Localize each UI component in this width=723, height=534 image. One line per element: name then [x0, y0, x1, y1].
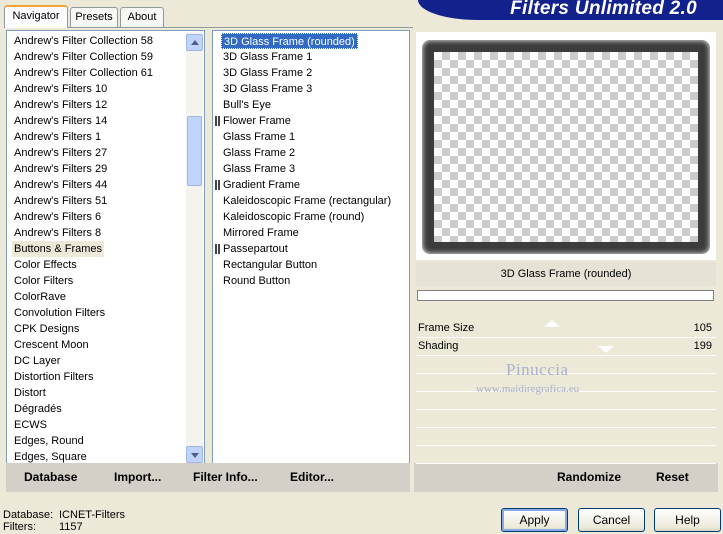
filter-item[interactable]: Mirrored Frame: [221, 225, 301, 241]
scroll-thumb[interactable]: [187, 116, 202, 186]
slider-thumb[interactable]: [544, 320, 561, 327]
shading-slider[interactable]: [492, 346, 638, 353]
category-item[interactable]: Andrew's Filters 14: [12, 113, 109, 129]
category-item[interactable]: Crescent Moon: [12, 337, 91, 353]
filter-item[interactable]: 3D Glass Frame 1: [221, 49, 314, 65]
editor-marker-icon: [215, 180, 220, 190]
slider-thumb[interactable]: [597, 346, 614, 353]
category-item[interactable]: ColorRave: [12, 289, 68, 305]
tab-presets[interactable]: Presets: [70, 7, 118, 27]
category-item[interactable]: Andrew's Filters 27: [12, 145, 109, 161]
filter-item[interactable]: 3D Glass Frame 2: [221, 65, 314, 81]
param-row-shading[interactable]: Shading 199: [416, 338, 716, 356]
tab-navigator-label: Navigator: [12, 10, 60, 22]
database-status-value: ICNET-Filters: [59, 509, 125, 521]
category-item[interactable]: DC Layer: [12, 353, 62, 369]
param-row-empty: [416, 410, 716, 428]
chevron-down-icon: [191, 453, 199, 458]
param-row-empty: [416, 428, 716, 446]
import-button[interactable]: Import...: [114, 470, 161, 484]
filter-item[interactable]: Glass Frame 2: [221, 145, 297, 161]
filter-item[interactable]: Glass Frame 3: [221, 161, 297, 177]
category-item[interactable]: Andrew's Filters 10: [12, 81, 109, 97]
filter-item[interactable]: Round Button: [221, 273, 292, 289]
help-button[interactable]: Help: [654, 508, 721, 532]
category-item[interactable]: Buttons & Frames: [12, 241, 105, 257]
filter-item[interactable]: Gradient Frame: [221, 177, 302, 193]
transparency-checkerboard: [434, 52, 698, 242]
tab-about[interactable]: About: [120, 7, 164, 27]
param-row-empty: [416, 446, 716, 464]
category-item[interactable]: Andrew's Filters 44: [12, 177, 109, 193]
scroll-up-button[interactable]: [186, 34, 203, 51]
editor-button[interactable]: Editor...: [290, 470, 334, 484]
param-value: 199: [693, 340, 712, 352]
filter-item[interactable]: Rectangular Button: [221, 257, 319, 273]
category-item[interactable]: Color Filters: [12, 273, 75, 289]
category-item[interactable]: Distort: [12, 385, 48, 401]
tab-presets-label: Presets: [75, 11, 113, 23]
category-item[interactable]: Andrew's Filters 29: [12, 161, 109, 177]
database-status-label: Database:: [3, 509, 54, 521]
param-row-frame-size[interactable]: Frame Size 105: [416, 320, 716, 338]
cancel-button[interactable]: Cancel: [578, 508, 645, 532]
category-item[interactable]: Convolution Filters: [12, 305, 107, 321]
preview-panel[interactable]: [416, 32, 716, 260]
param-label: Frame Size: [418, 322, 475, 334]
list-toolbar: Database Import... Filter Info... Editor…: [6, 463, 410, 492]
title-banner: Filters Unlimited 2.0: [418, 0, 723, 20]
progress-bar: [417, 290, 714, 301]
category-item[interactable]: Andrew's Filters 8: [12, 225, 103, 241]
scroll-down-button[interactable]: [186, 446, 203, 463]
tab-navigator[interactable]: Navigator: [4, 5, 68, 28]
editor-marker-icon: [215, 116, 220, 126]
filter-item[interactable]: Passepartout: [221, 241, 290, 257]
filter-info-button[interactable]: Filter Info...: [193, 470, 258, 484]
category-list[interactable]: Andrew's Filter Collection 58 Andrew's Fi…: [6, 30, 205, 464]
category-item[interactable]: Andrew's Filter Collection 61: [12, 65, 155, 81]
apply-button[interactable]: Apply: [501, 508, 568, 532]
category-item[interactable]: Color Effects: [12, 257, 79, 273]
category-item[interactable]: Dégradés: [12, 401, 64, 417]
filter-list[interactable]: 3D Glass Frame (rounded) 3D Glass Frame 1…: [212, 30, 410, 464]
filters-count-label: Filters:: [3, 521, 36, 533]
filter-item[interactable]: 3D Glass Frame (rounded): [221, 33, 358, 49]
watermark-url: www.maidiregrafica.eu: [476, 383, 580, 395]
reset-button[interactable]: Reset: [656, 470, 689, 484]
category-item[interactable]: Andrew's Filters 1: [12, 129, 103, 145]
watermark-name: Pinuccia: [506, 360, 569, 379]
param-label: Shading: [418, 340, 459, 352]
filter-item[interactable]: 3D Glass Frame 3: [221, 81, 314, 97]
frame-size-slider[interactable]: [492, 320, 638, 331]
tab-about-label: About: [127, 11, 157, 23]
filters-count-value: 1157: [59, 521, 83, 533]
banner-title: Filters Unlimited 2.0: [510, 0, 697, 19]
category-item[interactable]: Edges, Square: [12, 449, 89, 463]
filter-item[interactable]: Bull's Eye: [221, 97, 273, 113]
category-item[interactable]: Distortion Filters: [12, 369, 95, 385]
category-item[interactable]: Andrew's Filter Collection 59: [12, 49, 155, 65]
category-item[interactable]: Andrew's Filter Collection 58: [12, 33, 155, 49]
category-item[interactable]: Andrew's Filters 12: [12, 97, 109, 113]
filter-item[interactable]: Kaleidoscopic Frame (rectangular): [221, 193, 393, 209]
category-scrollbar[interactable]: [186, 32, 203, 464]
database-button[interactable]: Database: [24, 470, 77, 484]
param-value: 105: [693, 322, 712, 334]
preview-frame: [422, 40, 710, 254]
category-item[interactable]: ECWS: [12, 417, 49, 433]
category-item[interactable]: Andrew's Filters 6: [12, 209, 103, 225]
category-item[interactable]: CPK Designs: [12, 321, 81, 337]
randomize-button[interactable]: Randomize: [557, 470, 621, 484]
filter-item[interactable]: Kaleidoscopic Frame (round): [221, 209, 366, 225]
filter-item[interactable]: Glass Frame 1: [221, 129, 297, 145]
selected-filter-name: 3D Glass Frame (rounded): [500, 268, 632, 280]
editor-marker-icon: [215, 244, 220, 254]
category-item[interactable]: Andrew's Filters 51: [12, 193, 109, 209]
chevron-up-icon: [191, 40, 199, 45]
preview-toolbar: Randomize Reset: [414, 463, 718, 492]
category-item[interactable]: Edges, Round: [12, 433, 86, 449]
filter-item[interactable]: Flower Frame: [221, 113, 293, 129]
